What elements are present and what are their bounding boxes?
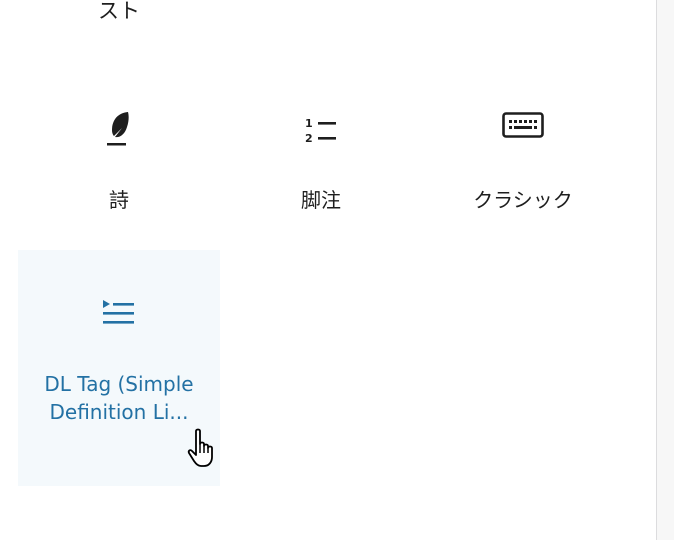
block-item-label-partial: スト <box>98 0 140 23</box>
definition-list-icon <box>103 300 134 324</box>
block-item-footnote[interactable]: 1 2 脚注 <box>220 100 422 230</box>
svg-text:1: 1 <box>305 117 313 130</box>
block-item-classic[interactable]: クラシック <box>422 100 624 230</box>
scrollbar[interactable] <box>657 0 674 540</box>
block-item-label: 脚注 <box>301 188 341 212</box>
block-item-label: 詩 <box>109 188 129 212</box>
block-item-label: クラシック <box>473 188 573 212</box>
block-item-dl-tag[interactable]: DL Tag (Simple Definition Li... <box>18 250 220 486</box>
numbered-footnote-icon: 1 2 <box>305 117 336 145</box>
svg-text:2: 2 <box>305 132 313 145</box>
block-inserter-panel: スト 詩 1 2 脚注 クラシック DL Tag (Simple Definit… <box>0 0 656 540</box>
block-item-label: DL Tag (Simple Definition Li... <box>44 372 194 424</box>
feather-pen-icon <box>107 112 129 146</box>
block-item-poem[interactable]: 詩 <box>18 100 220 230</box>
keyboard-icon <box>502 112 544 138</box>
